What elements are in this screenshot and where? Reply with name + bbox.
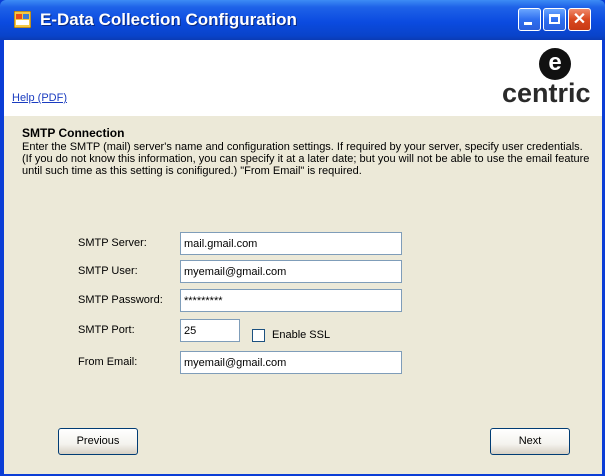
maximize-icon <box>549 14 560 24</box>
smtp-server-label: SMTP Server: <box>78 237 147 249</box>
smtp-user-input[interactable] <box>180 260 402 283</box>
close-button[interactable]: ✕ <box>568 8 591 31</box>
enable-ssl-label[interactable]: Enable SSL <box>272 329 330 341</box>
from-email-label: From Email: <box>78 356 138 368</box>
enable-ssl-checkbox[interactable] <box>252 329 265 342</box>
smtp-server-input[interactable] <box>180 232 402 255</box>
smtp-panel: SMTP Connection Enter the SMTP (mail) se… <box>4 116 602 474</box>
previous-button[interactable]: Previous <box>58 428 138 455</box>
smtp-port-label: SMTP Port: <box>78 324 135 336</box>
next-button[interactable]: Next <box>490 428 570 455</box>
centric-logo-mark: e <box>539 48 571 80</box>
app-icon <box>14 11 31 28</box>
help-pdf-link[interactable]: Help (PDF) <box>12 92 67 104</box>
minimize-icon <box>524 22 532 25</box>
title-bar[interactable]: E-Data Collection Configuration ✕ <box>0 0 605 40</box>
smtp-user-label: SMTP User: <box>78 265 138 277</box>
from-email-input[interactable] <box>180 351 402 374</box>
window-title: E-Data Collection Configuration <box>40 10 297 29</box>
config-window: E-Data Collection Configuration ✕ Help (… <box>0 0 605 476</box>
smtp-port-input[interactable] <box>180 319 240 342</box>
header: Help (PDF) e centric <box>4 40 602 116</box>
smtp-password-label: SMTP Password: <box>78 294 163 306</box>
minimize-button[interactable] <box>518 8 541 31</box>
section-description: Enter the SMTP (mail) server's name and … <box>22 141 590 177</box>
centric-logo-text: centric <box>502 78 591 108</box>
section-title: SMTP Connection <box>22 126 125 140</box>
maximize-button[interactable] <box>543 8 566 31</box>
close-icon: ✕ <box>572 11 587 28</box>
smtp-password-input[interactable] <box>180 289 402 312</box>
